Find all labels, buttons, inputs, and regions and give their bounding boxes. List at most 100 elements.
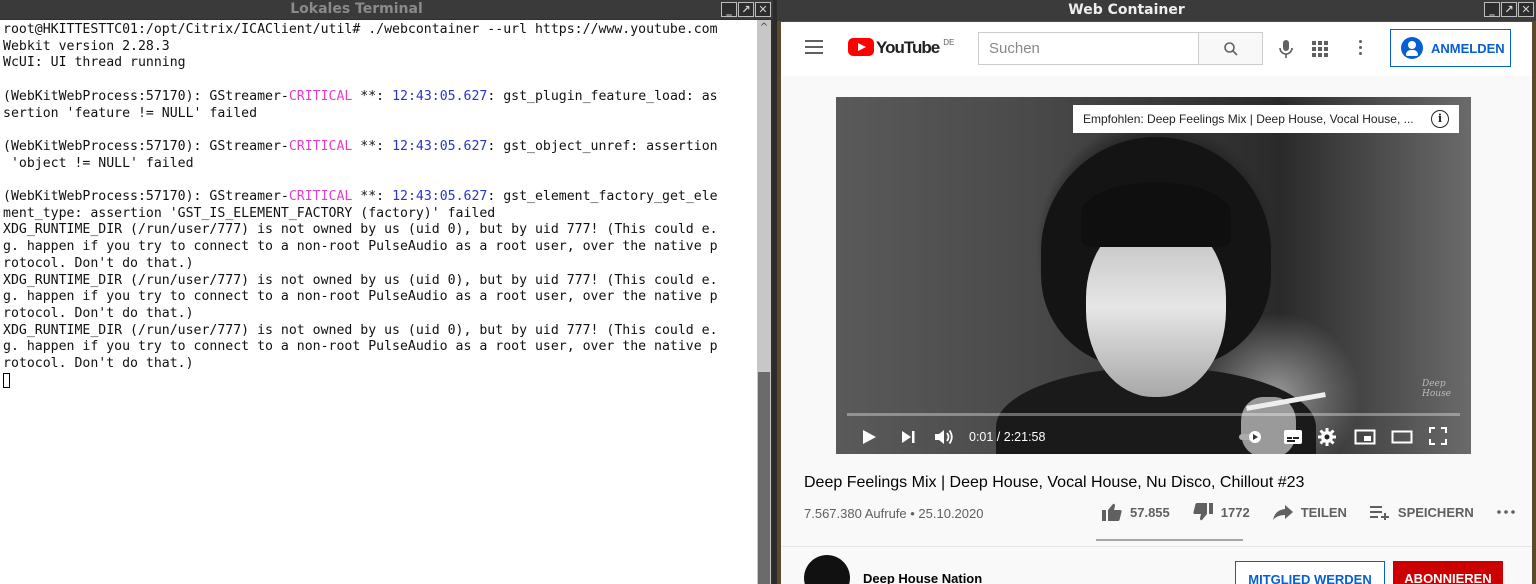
terminal-line: (WebKitWebProcess:57170): GStreamer-CRIT… [3,89,718,104]
fullscreen-icon[interactable] [1429,427,1447,445]
play-icon[interactable] [861,429,877,445]
terminal-line: g. happen if you try to connect to a non… [3,339,718,355]
theater-mode-icon[interactable] [1391,428,1413,446]
sentiment-bar [1096,539,1243,541]
more-horizontal-icon [1496,510,1515,514]
more-actions-button[interactable] [1496,509,1516,515]
account-icon [1401,37,1423,59]
terminal-line: root@HKITTESTTC01:/opt/Citrix/ICAClient/… [3,22,718,37]
terminal-line: ment_type: assertion 'GST_IS_ELEMENT_FAC… [3,205,496,221]
youtube-play-icon [848,38,874,56]
terminal-line-pre: (WebKitWebProcess:57170): GStreamer- [3,138,289,154]
channel-avatar[interactable] [804,555,850,584]
view-count-date: 7.567.380 Aufrufe • 25.10.2020 [804,506,984,521]
terminal-line: (WebKitWebProcess:57170): GStreamer-CRIT… [3,139,718,154]
terminal-line-crit: CRITICAL [288,88,353,104]
search-icon [1223,41,1238,56]
video-watermark: Deep House [1422,379,1452,399]
video-title: Deep Feelings Mix | Deep House, Vocal Ho… [804,474,1305,491]
settings-gear-icon[interactable] [1318,428,1336,446]
channel-name[interactable]: Deep House Nation [863,571,982,584]
terminal-window: Lokales Terminal _ ↗ ✕ root@HKITTESTTC01… [0,0,773,584]
video-player[interactable]: Deep House Empfohlen: Deep Feelings Mix … [836,97,1471,454]
country-code: DE [943,38,955,47]
terminal-line: (WebKitWebProcess:57170): GStreamer-CRIT… [3,189,718,204]
autoplay-toggle-icon[interactable] [1238,429,1266,445]
player-controls: 0:01 / 2:21:58 [836,425,1471,449]
terminal-line-mid: **: [352,189,393,205]
subscribe-button[interactable]: ABONNIEREN [1393,561,1503,584]
terminal-line-crit: CRITICAL [288,138,353,154]
terminal-output[interactable]: root@HKITTESTTC01:/opt/Citrix/ICAClient/… [0,20,757,584]
terminal-line: rotocol. Don't do that.) [3,305,194,321]
add-to-playlist-icon [1369,506,1389,520]
save-label: SPEICHERN [1397,504,1474,520]
close-button[interactable]: ✕ [755,2,771,17]
dislike-button[interactable]: 1772 [1192,502,1250,522]
miniplayer-icon[interactable] [1354,428,1376,446]
web-titlebar[interactable]: Web Container _ ↗ ✕ [777,0,1536,21]
close-button[interactable]: ✕ [1518,2,1534,17]
video-actions: 57.855 1772 TEILEN SPEICHERN [1101,502,1532,522]
terminal-line-pre: (WebKitWebProcess:57170): GStreamer- [3,88,289,104]
terminal-line: XDG_RUNTIME_DIR (/run/user/777) is not o… [3,222,718,238]
terminal-line-ts: 12:43:05.627 [392,88,488,104]
terminal-line-crit: CRITICAL [288,189,353,205]
progress-bar[interactable] [847,413,1460,416]
divider [781,546,1532,547]
minimize-button[interactable]: _ [721,2,737,17]
terminal-line: 'object != NULL' failed [3,155,194,171]
terminal-scrollbar[interactable]: ^ [757,20,771,584]
save-button[interactable]: SPEICHERN [1369,504,1474,520]
maximize-button[interactable]: ↗ [1501,2,1517,17]
apps-grid-icon[interactable] [1312,41,1328,57]
join-membership-button[interactable]: MITGLIED WERDEN [1235,561,1385,584]
terminal-line: XDG_RUNTIME_DIR (/run/user/777) is not o… [3,272,718,288]
web-title: Web Container [1068,2,1185,18]
terminal-line-mid: **: [352,138,393,154]
signin-button[interactable]: ANMELDEN [1390,29,1511,67]
minimize-button[interactable]: _ [1484,2,1500,17]
web-container-window: Web Container _ ↗ ✕ YouTube DE Suchen AN… [777,0,1536,584]
terminal-line: Webkit version 2.28.3 [3,38,170,54]
terminal-line: g. happen if you try to connect to a non… [3,289,718,305]
subtitles-icon[interactable] [1283,429,1303,445]
like-button[interactable]: 57.855 [1101,502,1170,522]
like-count: 57.855 [1130,504,1170,520]
recommendation-text: Empfohlen: Deep Feelings Mix | Deep Hous… [1083,112,1414,126]
terminal-line-post: : gst_element_factory_get_ele [487,189,718,205]
signin-label: ANMELDEN [1431,40,1505,56]
microphone-icon[interactable] [1276,38,1296,60]
video-bangs-shape [1081,182,1231,247]
terminal-line-mid: **: [352,88,393,104]
terminal-text: root@HKITTESTTC01:/opt/Citrix/ICAClient/… [0,20,757,390]
terminal-line-post: : gst_object_unref: assertion [487,138,718,154]
terminal-line-ts: 12:43:05.627 [392,138,488,154]
maximize-button[interactable]: ↗ [738,2,754,17]
search-box[interactable] [978,32,1199,65]
search-button[interactable] [1199,32,1263,65]
scroll-up-icon[interactable]: ^ [758,22,770,34]
terminal-line-post: : gst_plugin_feature_load: as [487,88,718,104]
share-arrow-icon [1272,505,1293,520]
scrollbar-thumb[interactable] [758,372,770,584]
more-options-icon[interactable] [1359,40,1363,58]
time-display: 0:01 / 2:21:58 [969,430,1046,444]
terminal-line: g. happen if you try to connect to a non… [3,239,718,255]
volume-icon[interactable] [933,427,955,447]
recommendation-card[interactable]: Empfohlen: Deep Feelings Mix | Deep Hous… [1073,105,1459,133]
terminal-titlebar[interactable]: Lokales Terminal _ ↗ ✕ [0,0,773,19]
next-icon[interactable] [900,429,916,445]
info-icon[interactable]: i [1431,110,1449,128]
dislike-count: 1772 [1220,504,1250,520]
share-button[interactable]: TEILEN [1272,503,1347,521]
hamburger-menu-icon[interactable] [805,40,823,58]
youtube-header: YouTube DE ANMELDEN [781,22,1532,76]
terminal-line: XDG_RUNTIME_DIR (/run/user/777) is not o… [3,322,718,338]
share-label: TEILEN [1300,504,1347,520]
search-input[interactable] [979,33,1199,64]
thumbs-down-icon [1193,503,1213,521]
terminal-line-pre: (WebKitWebProcess:57170): GStreamer- [3,189,289,205]
youtube-logo[interactable]: YouTube DE [848,38,954,58]
terminal-title: Lokales Terminal [290,1,423,17]
